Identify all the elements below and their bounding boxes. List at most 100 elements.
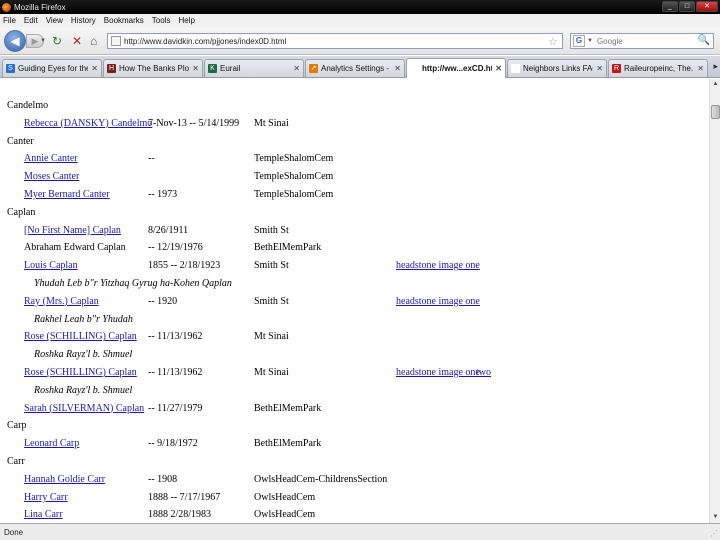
tab-favicon-icon: ↗ [309,64,318,73]
tab-current-page[interactable]: http://ww...exCD.html ✕ [406,58,506,78]
person-name-link: Abraham Edward Caplan [24,242,126,254]
tab-neighbors-links[interactable]: Neighbors Links FAQ ✕ [507,59,607,77]
person-name-link[interactable]: Hannah Goldie Carr [24,474,105,485]
person-name-link[interactable]: [No First Name] Caplan [24,225,121,236]
person-name-link[interactable]: Rose (SCHILLING) Caplan [24,367,137,378]
tab-raileurope[interactable]: R Raileuropeinc, The... ✕ [608,59,708,77]
cemetery-location: Smith St [254,295,289,307]
person-name-link[interactable]: Moses Canter [24,171,79,182]
tab-close-icon[interactable]: ✕ [91,64,98,73]
menu-history[interactable]: History [71,16,96,25]
person-row: Sarah (SILVERMAN) Caplan -- 11/27/1979 Bet… [0,403,709,417]
surname-text: Carr [7,456,25,467]
life-dates: -- 11/13/1962 [148,367,203,378]
menu-bookmarks[interactable]: Bookmarks [104,16,144,25]
maximize-button[interactable]: □ [679,1,695,12]
life-dates: 1888 2/28/1983 [148,509,212,521]
back-button[interactable]: ◀ [4,30,26,52]
person-name-link[interactable]: Harry Carr [24,492,68,503]
minimize-button[interactable]: _ [662,1,678,12]
tab-close-icon[interactable]: ✕ [192,64,199,73]
tab-label: How The Banks Plotte... [119,64,190,73]
life-dates: -- [148,153,155,165]
window-controls: _ □ ✕ [662,1,718,12]
life-dates: 1888 -- 7/17/1967 [148,491,221,503]
person-row: Louis Caplan 1855 -- 2/18/1923 Smith St hea… [0,260,709,274]
tab-close-icon[interactable]: ✕ [495,64,502,73]
person-name-link[interactable]: Leonard Carp [24,438,79,449]
search-go-icon[interactable]: 🔍 [698,35,710,46]
tab-favicon-icon [410,64,419,73]
title-bar: Mozilla Firefox _ □ ✕ [0,0,720,14]
resize-grip-icon[interactable]: ⋰ [710,529,718,538]
cemetery-location: Mt Sinai [254,367,289,378]
person-name-link[interactable]: Louis Caplan [24,260,78,271]
tab-banks-plotted[interactable]: H How The Banks Plotte... ✕ [103,59,203,77]
surname-text: Carp [7,420,27,432]
hebrew-name-text: Roshka Rayz'l b. Shmuel [34,384,133,396]
life-dates: -- 12/19/1976 [148,242,203,254]
url-text[interactable]: http://www.davidkin.com/pjjones/index0D.… [124,37,286,46]
reload-icon[interactable]: ↻ [52,35,62,47]
menu-edit[interactable]: Edit [24,16,38,25]
life-dates: -- 11/27/1979 [148,402,203,414]
tab-eurail[interactable]: K Eurail ✕ [204,59,304,77]
tab-close-icon[interactable]: ✕ [596,64,603,73]
hebrew-name-line: Roshka Rayz'l b. Shmuel [0,349,709,363]
person-name-link[interactable]: Myer Bernard Canter [24,189,110,200]
tab-close-icon[interactable]: ✕ [394,64,401,73]
menu-help[interactable]: Help [178,16,194,25]
search-engine-dropdown-icon[interactable]: ▼ [587,38,593,44]
search-bar[interactable]: G ▼ 🔍 [570,33,714,49]
surname-text: Canter [7,135,34,147]
scroll-up-icon[interactable]: ▲ [711,80,720,89]
cemetery-location: Smith St [254,260,289,272]
person-row: Myer Bernard Canter -- 1973 TempleShalomCe… [0,189,709,203]
cemetery-location: Mt Sinai [254,331,289,343]
person-row: Annie Canter -- TempleShalomCem [0,153,709,167]
person-name-link[interactable]: Lina Carr [24,509,63,520]
person-row: Lina Carr 1888 2/28/1983 OwlsHeadCem [0,509,709,523]
search-input[interactable] [596,36,697,46]
person-row: Rose (SCHILLING) Caplan -- 11/13/1962 Mt S… [0,331,709,345]
tab-close-icon[interactable]: ✕ [293,64,300,73]
cemetery-location: BethElMemPark [254,438,322,450]
headstone-image-link[interactable]: headstone image one [396,367,480,378]
scroll-thumb[interactable] [711,105,720,119]
tab-guiding-eyes[interactable]: S Guiding Eyes for the B... ✕ [2,59,102,77]
search-engine-icon[interactable]: G [573,35,585,47]
tab-label: Guiding Eyes for the B... [18,64,88,73]
hebrew-name-text: Rakhel Leah b"r Yhudah [34,313,133,325]
tab-analytics-settings[interactable]: ↗ Analytics Settings - G... ✕ [305,59,405,77]
tab-scroll-right-icon[interactable]: ▸ [713,61,718,72]
headstone-image-two-link[interactable]: two [476,367,491,378]
headstone-image-link[interactable]: headstone image one [396,296,480,307]
menu-tools[interactable]: Tools [152,16,171,25]
person-name-link[interactable]: Rose (SCHILLING) Caplan [24,331,137,342]
life-dates: -- 1973 [148,189,178,200]
person-name-link[interactable]: Annie Canter [24,153,78,164]
tab-favicon-icon: K [208,64,217,73]
close-window-button[interactable]: ✕ [696,1,718,12]
headstone-image-link[interactable]: headstone image one [396,260,480,271]
address-bar[interactable]: http://www.davidkin.com/pjjones/index0D.… [107,33,563,49]
stop-icon[interactable]: ✕ [72,35,82,47]
hebrew-name-text: Roshka Rayz'l b. Shmuel [34,349,133,361]
vertical-scrollbar[interactable]: ▲ ▼ [709,79,720,523]
home-icon[interactable]: ⌂ [90,35,97,47]
life-dates: 8/26/1911 [148,224,189,236]
person-name-link[interactable]: Ray (Mrs.) Caplan [24,296,99,307]
cemetery-location: OwlsHeadCem-ChildrensSection [254,473,388,485]
menu-view[interactable]: View [46,16,63,25]
bookmark-star-icon[interactable]: ☆ [548,35,558,48]
person-name-link[interactable]: Sarah (SILVERMAN) Caplan [24,403,144,414]
firefox-icon [2,2,11,12]
history-dropdown-icon[interactable]: ▼ [40,38,46,44]
surname-heading: Carr [0,456,709,470]
menu-file[interactable]: File [3,16,16,25]
hebrew-name-text: Yhudah Leb b"r Yitzhaq Gyrug ha-Kohen Qa… [34,278,232,289]
scroll-down-icon[interactable]: ▼ [711,513,720,522]
person-name-link[interactable]: Rebecca (DANSKY) Candelmo [24,118,152,129]
person-row: Hannah Goldie Carr -- 1908 OwlsHeadCem-Chi… [0,474,709,488]
tab-close-icon[interactable]: ✕ [697,64,704,73]
